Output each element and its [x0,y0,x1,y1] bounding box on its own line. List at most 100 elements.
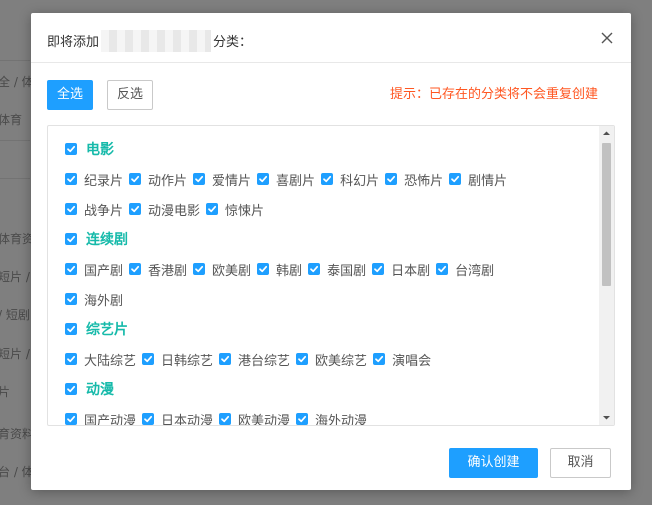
subcategory-label: 动作片 [148,173,188,189]
subcategory-item[interactable]: 台湾剧 [436,260,494,279]
subcategory-label: 惊悚片 [225,203,265,219]
subcategory-label: 国产剧 [84,263,124,279]
subcategory-label: 日韩综艺 [161,353,214,369]
checkbox-checked-icon[interactable] [296,353,309,365]
subcategory-item[interactable]: 香港剧 [129,260,187,279]
subcategory-item[interactable]: 大陆综艺 [65,350,136,369]
checkbox-checked-icon[interactable] [385,173,398,185]
subcategory-label: 海外剧 [84,293,124,309]
cancel-button[interactable]: 取消 [550,448,611,478]
hint-text: 提示：已存在的分类将不会重复创建 [390,87,599,102]
checkbox-checked-icon[interactable] [372,263,385,275]
checkbox-checked-icon[interactable] [321,173,334,185]
dialog-title: 即将添加 分类： [47,30,252,52]
scroll-down-arrow-icon[interactable] [599,410,614,425]
blurred-source-name [101,30,212,52]
subcategory-item[interactable]: 国产剧 [65,260,123,279]
subcategory-item[interactable]: 港台综艺 [219,350,290,369]
checkbox-checked-icon[interactable] [193,263,206,275]
close-icon[interactable] [596,27,618,49]
subcategory-item[interactable]: 日本剧 [372,260,430,279]
invert-selection-button[interactable]: 反选 [107,80,153,110]
checkbox-checked-icon[interactable] [296,413,309,425]
subcategory-label: 欧美剧 [212,263,252,279]
checkbox-checked-icon[interactable] [65,233,77,245]
subcategory-row: 大陆综艺 日韩综艺 港台综艺 欧美综艺 演唱会 [48,344,598,374]
category-header[interactable]: 连续剧 [48,224,598,254]
subcategory-item[interactable]: 欧美综艺 [296,350,367,369]
subcategory-item[interactable]: 爱情片 [193,170,251,189]
subcategory-item[interactable]: 惊悚片 [206,200,264,219]
subcategory-item[interactable]: 韩剧 [257,260,302,279]
subcategory-item[interactable]: 动作片 [129,170,187,189]
checkbox-checked-icon[interactable] [129,263,142,275]
category-label: 电影 [86,142,114,158]
subcategory-label: 泰国剧 [327,263,367,279]
bg-divider [0,140,30,141]
category-header[interactable]: 电影 [48,134,598,164]
subcategory-item[interactable]: 欧美剧 [193,260,251,279]
subcategory-row: 国产剧 香港剧 欧美剧 韩剧 泰国剧 日本剧 台湾剧 [48,254,598,284]
checkbox-checked-icon[interactable] [193,173,206,185]
subcategory-item[interactable]: 科幻片 [321,170,379,189]
title-suffix: 分类： [213,35,253,50]
category-header[interactable]: 综艺片 [48,314,598,344]
select-all-button[interactable]: 全选 [47,80,93,110]
subcategory-item[interactable]: 欧美动漫 [219,410,290,425]
subcategory-item[interactable]: 演唱会 [373,350,431,369]
checkbox-checked-icon[interactable] [65,323,77,335]
checkbox-checked-icon[interactable] [65,293,77,305]
category-header[interactable]: 动漫 [48,374,598,404]
checkbox-checked-icon[interactable] [65,203,77,215]
subcategory-item[interactable]: 动漫电影 [129,200,200,219]
subcategory-item[interactable]: 海外剧 [65,290,123,309]
subcategory-item[interactable]: 国产动漫 [65,410,136,425]
subcategory-label: 演唱会 [392,353,432,369]
confirm-create-button[interactable]: 确认创建 [449,448,538,478]
checkbox-checked-icon[interactable] [65,263,77,275]
subcategory-item[interactable]: 战争片 [65,200,123,219]
category-label: 动漫 [86,382,114,398]
subcategory-item[interactable]: 恐怖片 [385,170,443,189]
bg-text: 片 [0,385,11,399]
checkbox-checked-icon[interactable] [257,263,270,275]
subcategory-label: 日本剧 [391,263,431,279]
checkbox-checked-icon[interactable] [257,173,270,185]
checkbox-checked-icon[interactable] [449,173,462,185]
scroll-up-arrow-icon[interactable] [599,126,614,141]
checkbox-checked-icon[interactable] [65,143,77,155]
checkbox-checked-icon[interactable] [308,263,321,275]
subcategory-label: 香港剧 [148,263,188,279]
checkbox-checked-icon[interactable] [65,383,77,395]
checkbox-checked-icon[interactable] [65,413,77,425]
subcategory-item[interactable]: 日本动漫 [142,410,214,426]
checkbox-checked-icon[interactable] [129,173,142,185]
subcategory-label: 喜剧片 [276,173,316,189]
scrollbar-thumb[interactable] [602,143,611,286]
subcategory-item[interactable]: 海外动漫 [296,410,367,425]
scrollbar[interactable] [599,126,614,425]
checkbox-checked-icon[interactable] [65,173,77,185]
subcategory-item[interactable]: 剧情片 [449,170,507,189]
add-category-dialog: 即将添加 分类： 全选 反选 提示：已存在的分类将不会重复创建 电影纪录片 动作片 爱… [31,13,631,490]
checkbox-checked-icon[interactable] [65,353,77,365]
subcategory-item[interactable]: 日韩综艺 [142,350,213,369]
checkbox-checked-icon[interactable] [129,203,142,215]
category-list[interactable]: 电影纪录片 动作片 爱情片 喜剧片 科幻片 恐怖片 剧情片战争片 动漫电影 惊悚片连续剧国产剧 香… [47,125,615,426]
checkbox-checked-icon[interactable] [373,353,386,365]
subcategory-item[interactable]: 纪录片 [65,170,123,189]
checkbox-checked-icon[interactable] [219,413,232,425]
subcategory-label: 日本动漫 [161,413,214,426]
subcategory-row: 战争片 动漫电影 惊悚片 [48,194,598,224]
checkbox-checked-icon[interactable] [142,353,155,365]
checkbox-checked-icon[interactable] [219,353,232,365]
checkbox-checked-icon[interactable] [142,413,155,425]
subcategory-label: 港台综艺 [238,353,291,369]
title-prefix: 即将添加 [47,35,100,50]
checkbox-checked-icon[interactable] [436,263,449,275]
subcategory-item[interactable]: 泰国剧 [308,260,366,279]
category-scroll-area[interactable]: 电影纪录片 动作片 爱情片 喜剧片 科幻片 恐怖片 剧情片战争片 动漫电影 惊悚片连续剧国产剧 香… [48,126,598,425]
subcategory-item[interactable]: 喜剧片 [257,170,315,189]
checkbox-checked-icon[interactable] [206,203,219,215]
subcategory-label: 剧情片 [468,173,508,189]
